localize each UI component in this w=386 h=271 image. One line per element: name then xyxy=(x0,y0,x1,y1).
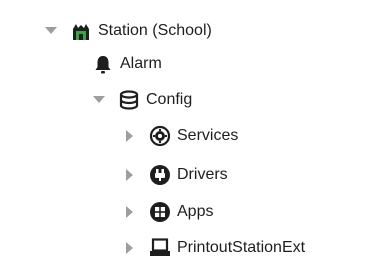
tree-node-label: Drivers xyxy=(177,166,228,183)
station-icon xyxy=(70,20,92,42)
expand-toggle-collapsed-icon[interactable] xyxy=(123,129,137,143)
tree-node-alarm[interactable]: Alarm xyxy=(92,48,162,80)
expand-toggle-collapsed-icon[interactable] xyxy=(123,205,137,219)
tree-node-station[interactable]: Station (School) xyxy=(44,15,212,47)
database-icon xyxy=(118,89,140,111)
expand-toggle-expanded-icon[interactable] xyxy=(92,93,106,107)
tree-node-label: Apps xyxy=(177,203,214,220)
tree-node-label: PrintoutStationExt xyxy=(177,239,306,256)
bell-icon xyxy=(92,53,114,75)
tree-node-services[interactable]: Services xyxy=(123,120,238,152)
tree-node-label: Config xyxy=(146,91,193,108)
tree-node-drivers[interactable]: Drivers xyxy=(123,159,228,191)
tree-node-label: Services xyxy=(177,127,239,144)
apps-icon xyxy=(149,201,171,223)
expand-toggle-expanded-icon[interactable] xyxy=(44,24,58,38)
tree-node-label: Alarm xyxy=(120,55,162,72)
expand-toggle-collapsed-icon[interactable] xyxy=(123,241,137,255)
tree-node-apps[interactable]: Apps xyxy=(123,196,213,228)
expand-toggle-collapsed-icon[interactable] xyxy=(123,168,137,182)
tree-node-config[interactable]: Config xyxy=(92,84,192,116)
tree-node-printout-station-ext[interactable]: PrintoutStationExt xyxy=(123,232,305,264)
navigation-tree: Station (School) Alarm Config Services D… xyxy=(0,0,386,271)
services-icon xyxy=(149,125,171,147)
printer-icon xyxy=(149,237,171,259)
drivers-icon xyxy=(149,164,171,186)
tree-node-label: Station (School) xyxy=(98,22,212,39)
